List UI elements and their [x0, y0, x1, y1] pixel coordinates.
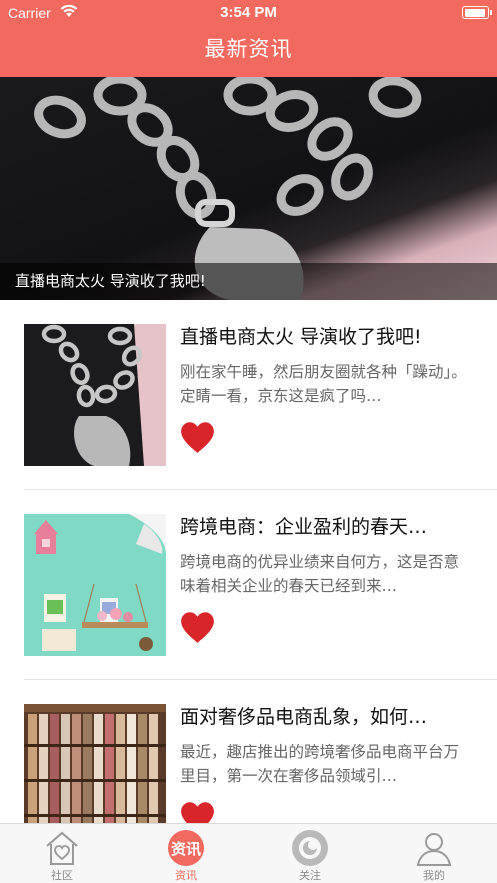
profile-icon	[416, 833, 452, 866]
heart-icon[interactable]	[180, 421, 215, 454]
tab-label: 资讯	[175, 869, 197, 882]
news-thumbnail	[24, 324, 166, 466]
home-heart-icon	[46, 831, 78, 865]
news-title: 跨境电商：企业盈利的春天…	[180, 516, 428, 538]
clock: 3:54 PM	[220, 4, 277, 21]
follow-icon	[292, 830, 328, 866]
banner[interactable]: 直播电商太火 导演收了我吧!	[0, 77, 497, 300]
news-summary: 刚在家午睡，然后朋友圈就各种「躁动」。定睛一看，京东这是疯了吗…	[180, 363, 467, 405]
news-title: 直播电商太火 导演收了我吧!	[180, 326, 422, 348]
banner-caption: 直播电商太火 导演收了我吧!	[0, 263, 497, 300]
status-bar: Carrier 3:54 PM	[0, 0, 497, 26]
news-icon: 资讯	[168, 830, 204, 866]
news-summary: 最近，趣店推出的跨境奢侈品电商平台万里目，第一次在奢侈品领域引…	[180, 743, 460, 785]
tab-label: 社区	[51, 869, 73, 882]
tab-community[interactable]: 社区	[0, 824, 124, 883]
news-summary: 跨境电商的优异业绩来自何方，这是否意味着相关企业的春天已经到来…	[180, 553, 460, 595]
tab-news-badge-text: 资讯	[171, 840, 201, 858]
heart-icon[interactable]	[180, 611, 215, 644]
tab-profile[interactable]: 我的	[372, 824, 496, 883]
news-item[interactable]: 直播电商太火 导演收了我吧! 刚在家午睡，然后朋友圈就各种「躁动」。定睛一看，京…	[0, 300, 497, 490]
tab-label: 我的	[423, 869, 445, 882]
battery-icon	[462, 6, 492, 19]
page-title: 最新资讯	[204, 37, 293, 61]
news-thumbnail	[24, 514, 166, 656]
tab-bar: 社区 资讯 资讯 关注 我的	[0, 823, 497, 883]
news-title: 面对奢侈品电商乱象，如何…	[180, 706, 428, 728]
tab-label: 关注	[299, 869, 321, 882]
tab-follow[interactable]: 关注	[248, 824, 372, 883]
news-item[interactable]: 跨境电商：企业盈利的春天… 跨境电商的优异业绩来自何方，这是否意味着相关企业的春…	[0, 490, 497, 680]
header: Carrier 3:54 PM 最新资讯	[0, 0, 497, 77]
tab-news[interactable]: 资讯 资讯	[124, 824, 248, 883]
